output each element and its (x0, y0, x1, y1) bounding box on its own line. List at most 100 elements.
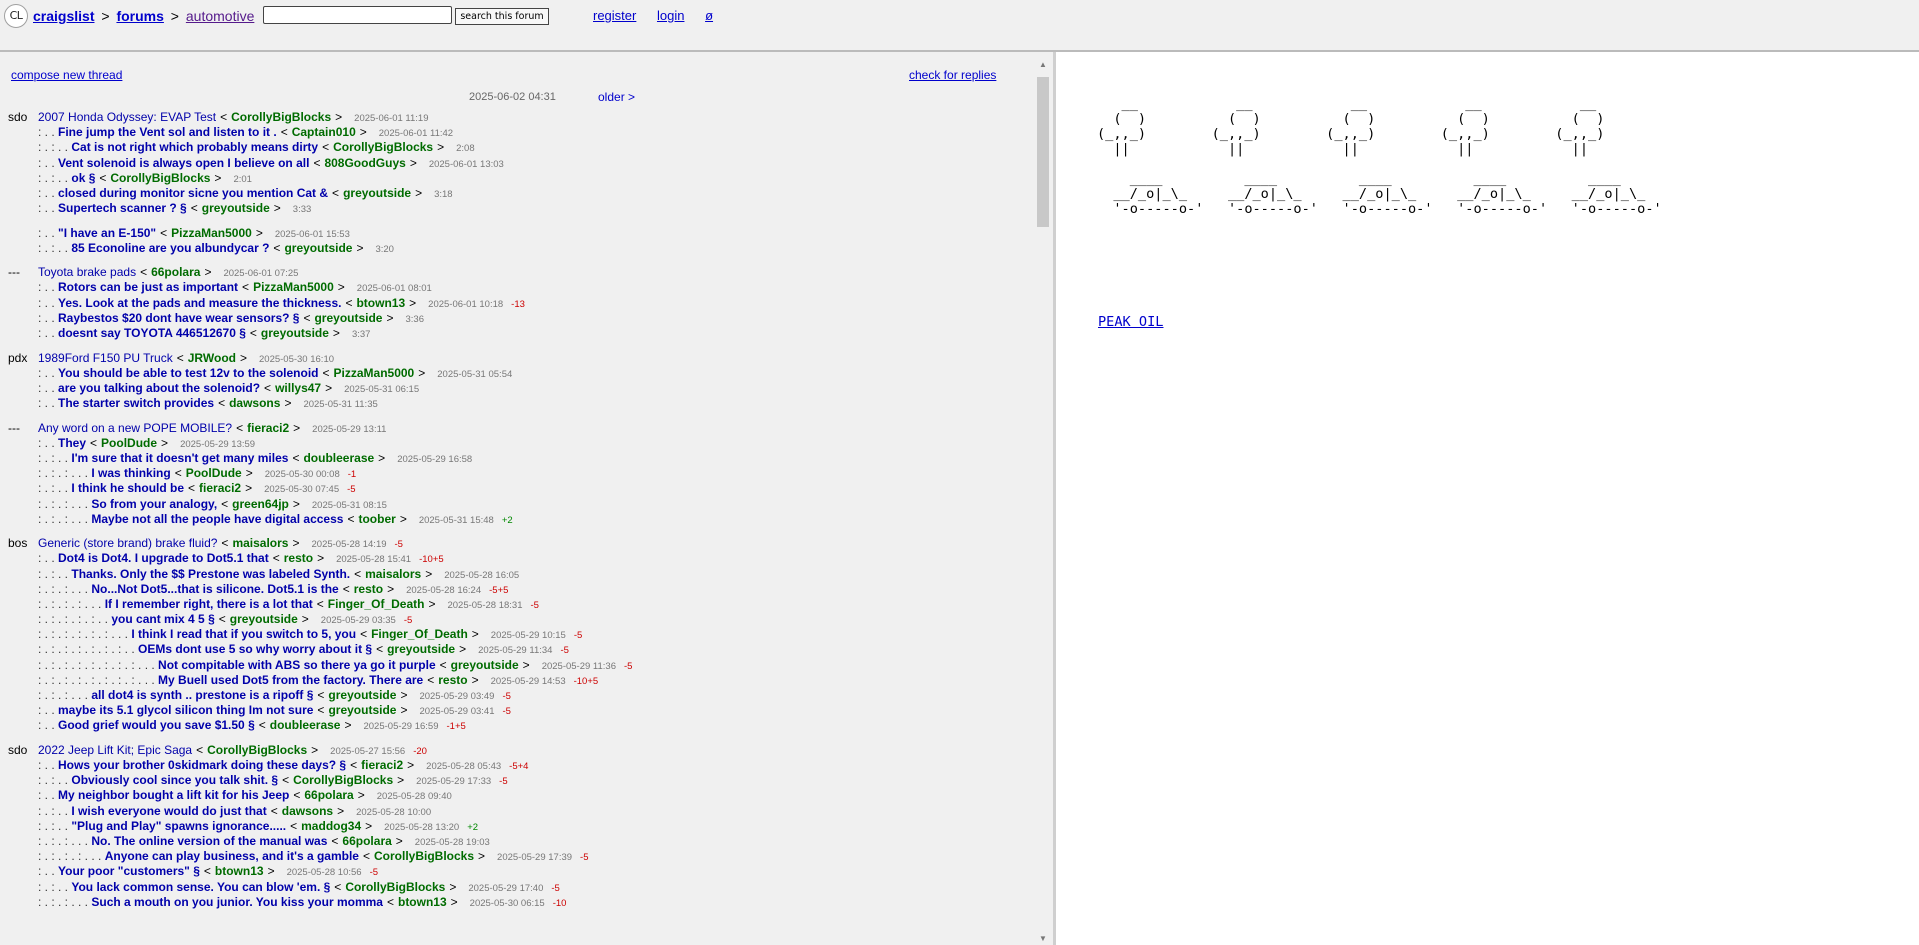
username-link[interactable]: btown13 (356, 296, 405, 310)
breadcrumb-forums[interactable]: forums (116, 8, 163, 24)
post-subject-link[interactable]: I'm sure that it doesn't get many miles (71, 451, 288, 465)
post-subject-link[interactable]: 85 Econoline are you albundycar ? (71, 241, 269, 255)
username-link[interactable]: toober (358, 512, 395, 526)
post-subject-link[interactable]: You should be able to test 12v to the so… (58, 366, 318, 380)
post-subject-link[interactable]: So from your analogy, (91, 497, 217, 511)
username-link[interactable]: CorollyBigBlocks (231, 110, 331, 124)
username-link[interactable]: fieraci2 (361, 758, 403, 772)
post-subject-link[interactable]: No. The online version of the manual was (91, 834, 327, 848)
post-subject-link[interactable]: Rotors can be just as important (58, 280, 238, 294)
username-link[interactable]: Finger_Of_Death (328, 597, 425, 611)
post-subject-link[interactable]: The starter switch provides (58, 396, 214, 410)
username-link[interactable]: JRWood (188, 351, 236, 365)
post-subject-link[interactable]: No...Not Dot5...that is silicone. Dot5.1… (91, 582, 338, 596)
post-subject-link[interactable]: Not compitable with ABS so there ya go i… (158, 658, 436, 672)
username-link[interactable]: CorollyBigBlocks (374, 849, 474, 863)
older-link[interactable]: older > (598, 90, 635, 104)
username-link[interactable]: btown13 (398, 895, 447, 909)
peak-oil-link[interactable]: PEAK OIL (1098, 314, 1163, 330)
post-subject-link[interactable]: Dot4 is Dot4. I upgrade to Dot5.1 that (58, 551, 269, 565)
post-subject-link[interactable]: ok § (71, 171, 95, 185)
username-link[interactable]: PizzaMan5000 (253, 280, 334, 294)
post-subject-link[interactable]: 2007 Honda Odyssey: EVAP Test (38, 110, 216, 124)
username-link[interactable]: PizzaMan5000 (171, 226, 252, 240)
username-link[interactable]: greyoutside (261, 326, 329, 340)
settings-link[interactable]: ø (705, 8, 713, 23)
post-subject-link[interactable]: You lack common sense. You can blow 'em.… (71, 880, 330, 894)
post-subject-link[interactable]: I was thinking (91, 466, 170, 480)
post-subject-link[interactable]: Obviously cool since you talk shit. § (71, 773, 278, 787)
post-subject-link[interactable]: Supertech scanner ? § (58, 201, 187, 215)
username-link[interactable]: CorollyBigBlocks (345, 880, 445, 894)
post-subject-link[interactable]: They (58, 436, 86, 450)
post-subject-link[interactable]: My neighbor bought a lift kit for his Je… (58, 788, 289, 802)
username-link[interactable]: CorollyBigBlocks (207, 743, 307, 757)
username-link[interactable]: willys47 (275, 381, 321, 395)
username-link[interactable]: Finger_Of_Death (371, 627, 468, 641)
post-subject-link[interactable]: Fine jump the Vent sol and listen to it … (58, 125, 277, 139)
username-link[interactable]: resto (438, 673, 467, 687)
post-subject-link[interactable]: Cat is not right which probably means di… (71, 140, 318, 154)
post-subject-link[interactable]: Raybestos $20 dont have wear sensors? § (58, 311, 299, 325)
post-subject-link[interactable]: Your poor "customers" § (58, 864, 200, 878)
breadcrumb-automotive[interactable]: automotive (186, 8, 254, 24)
post-subject-link[interactable]: Such a mouth on you junior. You kiss you… (91, 895, 383, 909)
scrollbar-thumb[interactable] (1037, 77, 1049, 227)
username-link[interactable]: Captain010 (292, 125, 356, 139)
username-link[interactable]: maisalors (232, 536, 288, 550)
username-link[interactable]: PoolDude (186, 466, 242, 480)
post-subject-link[interactable]: you cant mix 4 5 § (111, 612, 214, 626)
breadcrumb-craigslist[interactable]: craigslist (33, 8, 94, 24)
post-subject-link[interactable]: I wish everyone would do just that (71, 804, 266, 818)
username-link[interactable]: maddog34 (301, 819, 361, 833)
post-subject-link[interactable]: If I remember right, there is a lot that (105, 597, 313, 611)
post-subject-link[interactable]: maybe its 5.1 glycol silicon thing Im no… (58, 703, 313, 717)
post-subject-link[interactable]: Toyota brake pads (38, 265, 136, 279)
username-link[interactable]: greyoutside (328, 688, 396, 702)
login-link[interactable]: login (657, 8, 684, 23)
post-subject-link[interactable]: I think I read that if you switch to 5, … (131, 627, 356, 641)
username-link[interactable]: doubleerase (270, 718, 341, 732)
username-link[interactable]: greyoutside (202, 201, 270, 215)
username-link[interactable]: PoolDude (101, 436, 157, 450)
craigslist-logo[interactable]: CL (4, 4, 28, 28)
username-link[interactable]: resto (354, 582, 383, 596)
username-link[interactable]: greyoutside (314, 311, 382, 325)
username-link[interactable]: 66polara (151, 265, 200, 279)
post-subject-link[interactable]: Hows your brother 0skidmark doing these … (58, 758, 346, 772)
post-subject-link[interactable]: Good grief would you save $1.50 § (58, 718, 255, 732)
username-link[interactable]: green64jp (232, 497, 289, 511)
username-link[interactable]: fieraci2 (199, 481, 241, 495)
username-link[interactable]: greyoutside (343, 186, 411, 200)
post-subject-link[interactable]: are you talking about the solenoid? (58, 381, 260, 395)
compose-thread-link[interactable]: compose new thread (11, 68, 122, 82)
post-subject-link[interactable]: Generic (store brand) brake fluid? (38, 536, 217, 550)
post-subject-link[interactable]: Any word on a new POPE MOBILE? (38, 421, 232, 435)
username-link[interactable]: greyoutside (451, 658, 519, 672)
username-link[interactable]: dawsons (229, 396, 280, 410)
register-link[interactable]: register (593, 8, 636, 23)
username-link[interactable]: dawsons (282, 804, 333, 818)
username-link[interactable]: doubleerase (303, 451, 374, 465)
username-link[interactable]: maisalors (365, 567, 421, 581)
check-replies-link[interactable]: check for replies (909, 68, 996, 82)
username-link[interactable]: resto (284, 551, 313, 565)
username-link[interactable]: CorollyBigBlocks (110, 171, 210, 185)
post-subject-link[interactable]: My Buell used Dot5 from the factory. The… (158, 673, 423, 687)
post-subject-link[interactable]: I think he should be (71, 481, 184, 495)
post-subject-link[interactable]: "I have an E-150" (58, 226, 156, 240)
username-link[interactable]: 66polara (304, 788, 353, 802)
post-subject-link[interactable]: Vent solenoid is always open I believe o… (58, 156, 309, 170)
username-link[interactable]: 66polara (342, 834, 391, 848)
post-subject-link[interactable]: Maybe not all the people have digital ac… (91, 512, 343, 526)
post-subject-link[interactable]: doesnt say TOYOTA 446512670 § (58, 326, 246, 340)
post-subject-link[interactable]: Yes. Look at the pads and measure the th… (58, 296, 341, 310)
post-subject-link[interactable]: closed during monitor sicne you mention … (58, 186, 328, 200)
scroll-up-arrow-icon[interactable]: ▲ (1035, 59, 1051, 71)
username-link[interactable]: greyoutside (230, 612, 298, 626)
username-link[interactable]: greyoutside (328, 703, 396, 717)
username-link[interactable]: CorollyBigBlocks (333, 140, 433, 154)
username-link[interactable]: btown13 (215, 864, 264, 878)
username-link[interactable]: greyoutside (284, 241, 352, 255)
scroll-down-arrow-icon[interactable]: ▼ (1035, 933, 1051, 945)
